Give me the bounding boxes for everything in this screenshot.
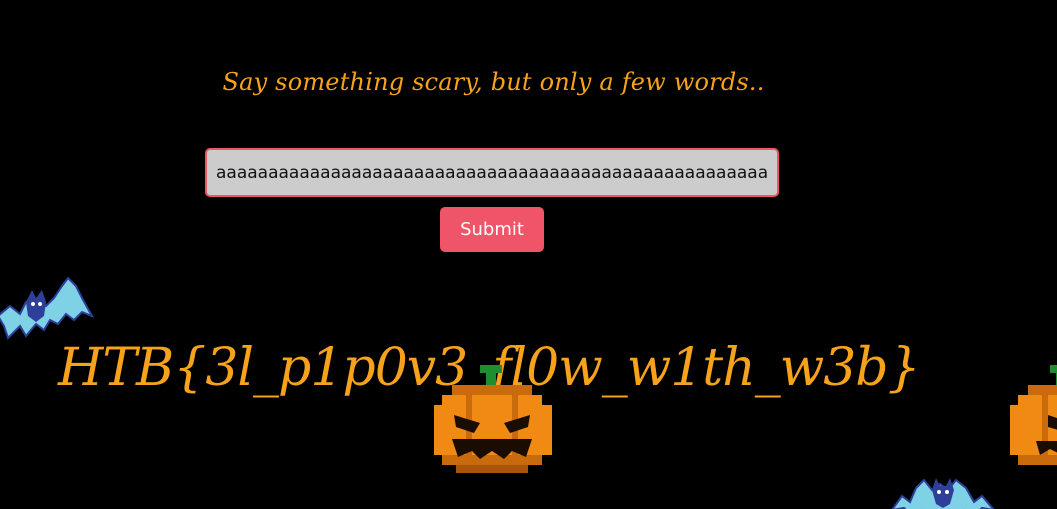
bat-icon — [0, 276, 95, 340]
submit-button[interactable]: Submit — [440, 207, 544, 252]
scary-words-input[interactable] — [205, 148, 779, 197]
bat-icon — [891, 478, 995, 509]
pumpkin-icon — [434, 365, 552, 473]
prompt-text: Say something scary, but only a few word… — [222, 68, 765, 96]
page: Say something scary, but only a few word… — [0, 0, 1057, 509]
pumpkin-icon — [1010, 365, 1057, 465]
